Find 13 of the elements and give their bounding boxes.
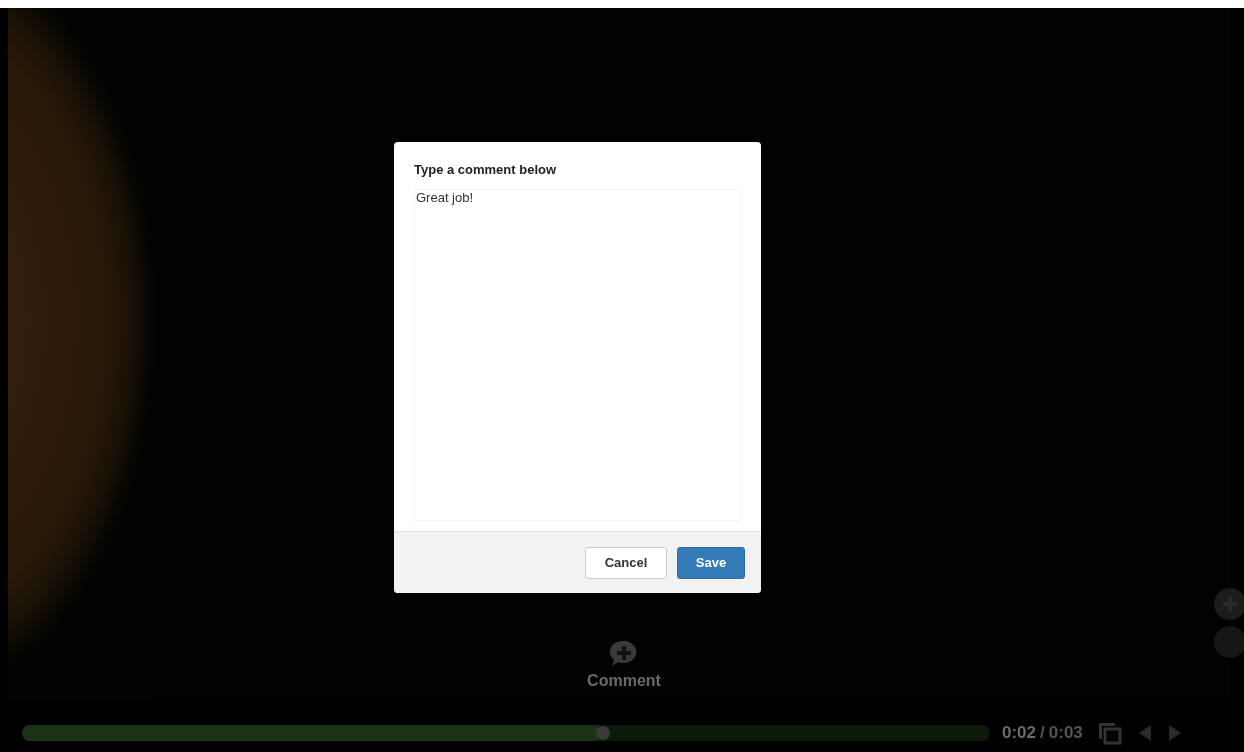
- comment-button[interactable]: Comment: [576, 640, 672, 700]
- cancel-button[interactable]: Cancel: [585, 546, 667, 579]
- progress-track[interactable]: [22, 725, 990, 741]
- comment-field[interactable]: Great job!: [414, 189, 741, 521]
- duration: 0:03: [1048, 723, 1083, 743]
- zoom-in-button[interactable]: [1214, 588, 1244, 620]
- next-icon[interactable]: [1166, 723, 1181, 743]
- current-time: 0:02: [1002, 723, 1037, 743]
- pages-icon[interactable]: [1096, 721, 1123, 745]
- save-button[interactable]: Save: [677, 546, 745, 579]
- time-separator: /: [1040, 723, 1045, 743]
- dialog-title: Type a comment below: [414, 162, 558, 177]
- comment-plus-icon: [609, 640, 639, 668]
